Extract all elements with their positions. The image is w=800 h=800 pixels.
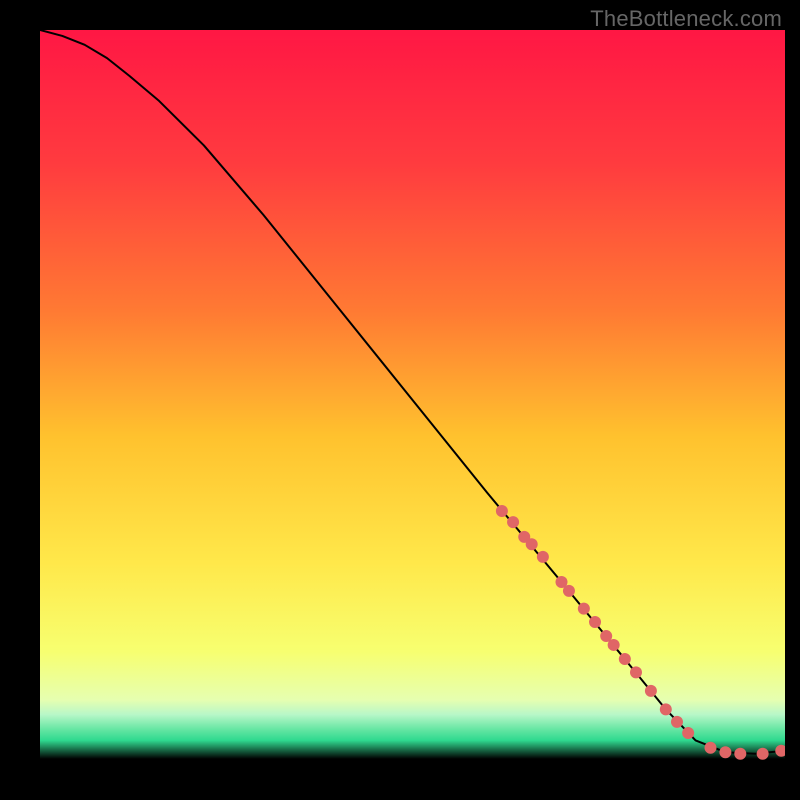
chart-plot	[40, 30, 785, 770]
highlight-point	[660, 703, 672, 715]
chart-svg	[40, 30, 785, 770]
highlight-point	[630, 666, 642, 678]
highlight-point	[578, 603, 590, 615]
highlight-point	[507, 516, 519, 528]
highlight-point	[645, 685, 657, 697]
highlight-point	[537, 551, 549, 563]
highlight-point	[671, 716, 683, 728]
highlight-point	[589, 616, 601, 628]
highlight-point	[719, 746, 731, 758]
highlight-point	[705, 742, 717, 754]
highlight-point	[682, 727, 694, 739]
highlight-point	[563, 585, 575, 597]
highlight-point	[734, 748, 746, 760]
highlight-point	[619, 653, 631, 665]
highlight-point	[757, 748, 769, 760]
chart-frame: TheBottleneck.com	[0, 0, 800, 800]
highlight-point	[608, 639, 620, 651]
highlight-point	[496, 505, 508, 517]
highlight-point	[526, 538, 538, 550]
watermark-text: TheBottleneck.com	[590, 6, 782, 32]
